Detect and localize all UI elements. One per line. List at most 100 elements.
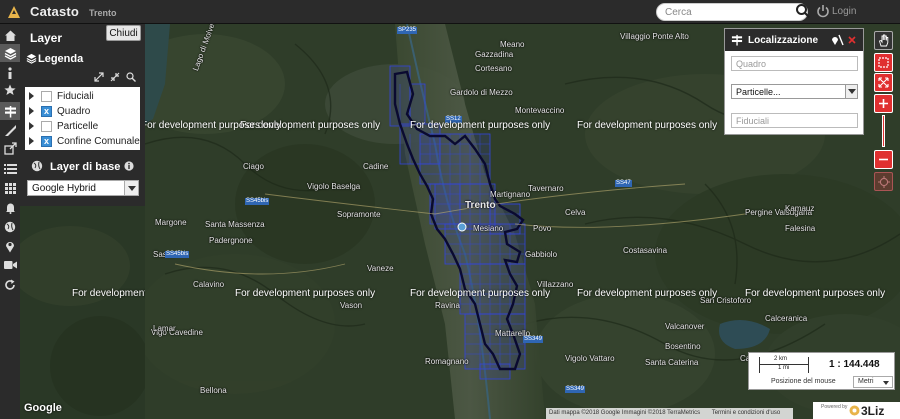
star-icon (4, 84, 16, 95)
power-icon[interactable] (816, 4, 830, 18)
left-icon-bar (0, 24, 20, 419)
localizzazione-panel: Localizzazione Particelle... (724, 28, 864, 135)
globe-button[interactable] (0, 218, 20, 236)
zoom-box-button[interactable] (874, 53, 893, 72)
expand-arrow-icon[interactable] (29, 92, 34, 100)
layer-row-confine-comunale[interactable]: x Confine Comunale (25, 134, 140, 149)
info-button[interactable] (0, 64, 20, 82)
zoom-out-button[interactable] (874, 150, 893, 169)
layer-checkbox[interactable] (41, 121, 52, 132)
google-logo: Google (24, 402, 62, 414)
baselayer-select[interactable]: Google Hybrid (27, 180, 139, 196)
measure-button[interactable] (0, 121, 20, 139)
place-label: Cortesano (475, 64, 512, 73)
road-shield: SS47 (615, 180, 632, 187)
layer-label: Confine Comunale (57, 136, 140, 147)
home-icon (4, 30, 16, 41)
map-imagery-left (20, 206, 145, 419)
zoom-slider[interactable] (882, 115, 885, 147)
layers-icon (26, 53, 37, 64)
share-button[interactable] (0, 139, 20, 157)
search-input[interactable] (657, 4, 787, 20)
quadro-input[interactable] (731, 56, 858, 71)
units-select[interactable]: Metri (853, 376, 893, 388)
video-button[interactable] (0, 256, 20, 274)
fiduciali-input[interactable] (731, 113, 858, 128)
layer-checkbox-checked[interactable]: x (41, 106, 52, 117)
close-icon[interactable] (848, 36, 856, 44)
refresh-button[interactable] (0, 276, 20, 294)
pan-button[interactable] (874, 31, 893, 50)
clear-marker-icon[interactable] (830, 33, 844, 47)
legend-title: Legenda (38, 53, 84, 65)
map-marker-icon (6, 241, 14, 252)
home-button[interactable] (0, 26, 20, 44)
road-shield: SS349 (565, 386, 586, 393)
notifications-button[interactable] (0, 199, 20, 217)
grid-button[interactable] (0, 179, 20, 197)
legend-header[interactable]: Legenda (20, 51, 145, 67)
powered-by-badge[interactable]: Powered by 3Liz (813, 402, 900, 419)
info-circle-icon[interactable] (124, 161, 134, 171)
units-value: Metri (858, 378, 874, 385)
bell-icon (5, 203, 15, 214)
dev-watermark: For development purposes only (235, 288, 376, 299)
place-label: Vason (340, 301, 363, 310)
place-label: Ciago (243, 162, 264, 171)
zoom-extent-button[interactable] (874, 73, 893, 92)
app-title: Catasto (30, 4, 80, 19)
collapse-all-icon[interactable] (110, 72, 120, 82)
terms-link[interactable]: Termini e condizioni d'uso (712, 410, 781, 416)
expand-all-icon[interactable] (94, 72, 104, 82)
list-icon (3, 164, 17, 174)
dev-watermark: For development purposes only (72, 288, 145, 299)
place-label: Montevaccino (515, 106, 565, 115)
zoom-to-layer-icon[interactable] (126, 72, 136, 82)
layer-row-fiduciali[interactable]: Fiduciali (25, 89, 140, 104)
localization-button[interactable] (0, 102, 20, 120)
geolocate-button[interactable] (874, 172, 893, 191)
place-label: Falesina (785, 224, 816, 233)
3liz-logo-icon (849, 405, 860, 416)
crosshair-icon (877, 175, 890, 188)
place-label: Vigolo Vattaro (565, 354, 615, 363)
zoom-in-button[interactable] (874, 94, 893, 113)
favorites-button[interactable] (0, 81, 20, 99)
login-link[interactable]: Login (832, 6, 856, 17)
layer-checkbox[interactable] (41, 91, 52, 102)
layer-row-particelle[interactable]: Particelle (25, 119, 140, 134)
scale-bar: 2 km 1 mi (759, 356, 809, 373)
search-icon[interactable] (795, 3, 811, 19)
video-camera-icon (3, 261, 17, 269)
place-label: Calavino (193, 280, 225, 289)
expand-arrow-icon[interactable] (29, 122, 34, 130)
expand-arrow-icon[interactable] (29, 107, 34, 115)
legend-tools (94, 72, 144, 84)
layers-button[interactable] (0, 44, 20, 62)
chevron-down-icon (883, 381, 889, 385)
minus-icon (879, 158, 888, 161)
refresh-icon (5, 279, 15, 290)
road-shield: SS45bis (245, 198, 270, 205)
map-attribution: Dati mappa ©2018 Google Immagini ©2018 T… (546, 408, 794, 419)
dev-watermark: For development purposes only (410, 120, 551, 131)
layer-checkbox-checked[interactable]: x (41, 136, 52, 147)
dev-watermark: For development purposes only (410, 288, 551, 299)
particelle-select[interactable]: Particelle... (731, 84, 858, 99)
place-label: Tavernaro (528, 184, 564, 193)
place-label: Vigolo Baselga (307, 182, 361, 191)
panel-title: Layer (30, 31, 63, 45)
place-label: Santa Caterina (645, 358, 699, 367)
layer-row-quadro[interactable]: x Quadro (25, 104, 140, 119)
scale-panel: 2 km 1 mi 1 : 144.448 Posizione del mous… (748, 352, 895, 390)
layers-icon (4, 47, 16, 60)
place-label: Martignano (490, 190, 531, 199)
close-panel-button[interactable]: Chiudi (106, 25, 141, 41)
map-marker-icon[interactable] (457, 222, 467, 232)
expand-arrow-icon[interactable] (29, 137, 34, 145)
map-canvas-left[interactable]: For development purposes only (20, 206, 145, 419)
list-button[interactable] (0, 160, 20, 178)
dev-watermark: For development purposes only (745, 288, 886, 299)
location-button[interactable] (0, 237, 20, 255)
baselayer-header: Layer di base (20, 157, 145, 175)
